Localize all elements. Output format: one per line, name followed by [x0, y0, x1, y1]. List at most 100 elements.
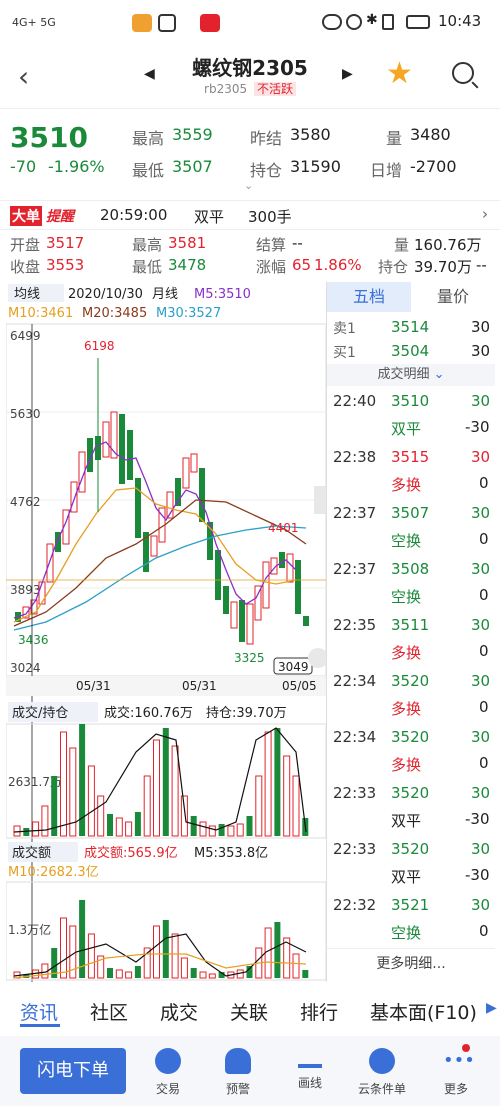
trade-qty: 30 [471, 560, 491, 578]
cloud-order-label: 云条件单 [357, 1082, 406, 1096]
bottom-nav-draw[interactable]: 画线 [278, 1048, 342, 1091]
volume-bar [292, 775, 300, 837]
signal-indicator: 4G+ 5G [12, 16, 56, 29]
trade-oi-change: -30 [465, 418, 490, 436]
trade-detail-header[interactable]: 成交明细 ⌄ [327, 364, 495, 386]
candle [199, 468, 205, 522]
volume-value: 3480 [410, 125, 451, 144]
y-tick-4: 3893 [10, 583, 41, 597]
trade-type: 空换 [391, 924, 422, 942]
volume-bar [283, 755, 291, 837]
app-icon [132, 14, 152, 32]
tab-fundamentals[interactable]: 基本面(F10) [370, 998, 477, 1025]
bottom-nav-alert[interactable]: 预警 [206, 1048, 270, 1097]
ma10-value: M10:3461 [8, 306, 73, 321]
candle [303, 616, 309, 626]
volume-bar [134, 812, 141, 836]
kline-chart-area[interactable]: 均线 2020/10/30 月线 M5:3510 M10:3461 M20:34… [5, 282, 328, 982]
active-tab-indicator [20, 1024, 60, 1027]
tab-trades[interactable]: 成交 [160, 998, 198, 1025]
volume-bar [171, 745, 179, 837]
amt-selector[interactable]: 成交额 [12, 845, 51, 861]
trade-price: 3520 [391, 728, 430, 746]
trade-oi-change: -30 [465, 866, 490, 884]
volume-bar [41, 805, 49, 837]
volume-bar [107, 814, 113, 836]
ma20-value: M20:3485 [82, 306, 147, 321]
amt-m10-value: M10:2682.3亿 [8, 865, 99, 880]
candle [38, 581, 46, 605]
candle [150, 535, 158, 557]
amount-bar [292, 953, 300, 979]
daily-add-label: 日增 [370, 161, 403, 180]
y-tick-2: 5630 [10, 407, 41, 421]
current-price-mark: 3049 [278, 660, 309, 674]
x-label-1: 05/31 [76, 679, 111, 693]
buy1-label: 买1 [333, 345, 356, 361]
trade-type: 多换 [391, 700, 422, 718]
next-contract-icon[interactable]: ▶ [342, 66, 353, 82]
trade-price: 3511 [391, 616, 430, 634]
amt-m5-value: M5:353.8亿 [194, 846, 268, 861]
more-details-link[interactable]: 更多明细... [327, 948, 495, 978]
info-tabs: 资讯 社区 成交 关联 排行 基本面(F10) ▶ [0, 988, 500, 1034]
tab-related[interactable]: 关联 [230, 998, 268, 1025]
last-price: 3510 [10, 121, 88, 154]
draw-label: 画线 [297, 1076, 322, 1090]
tab-community[interactable]: 社区 [90, 998, 128, 1025]
candle [223, 586, 229, 614]
candle [246, 603, 254, 645]
trade-row: 22:34 3520 30 多换 0 [327, 726, 495, 782]
bottom-bar: 闪电下单 交易 预警 画线 云条件单 ••• 更多 [0, 1036, 500, 1106]
kline-svg[interactable]: 均线 2020/10/30 月线 M5:3510 M10:3461 M20:34… [5, 282, 328, 982]
close-label: 收盘 [10, 258, 41, 276]
favorite-star-icon[interactable]: ★ [386, 56, 413, 91]
search-icon[interactable] [452, 62, 474, 84]
trade-qty: 30 [471, 504, 491, 522]
tab-volume-price[interactable]: 量价 [411, 282, 495, 312]
bottom-nav-cloud-order[interactable]: 云条件单 [350, 1048, 414, 1097]
expand-panel-handle[interactable] [314, 486, 326, 514]
bottom-nav-more[interactable]: ••• 更多 [424, 1048, 488, 1097]
expand-chevron-icon[interactable]: ⌄ [244, 179, 253, 192]
bottom-nav-trade[interactable]: 交易 [136, 1048, 200, 1097]
status-bar: 4G+ 5G ✱ 10:43 [0, 0, 500, 56]
amt-y-tick: 1.3万亿 [8, 922, 51, 937]
day-stats: 开盘 3517 最高 3581 结算 -- 量 160.76万 收盘 3553 … [0, 230, 500, 278]
day-oi-value: 39.70万 [414, 258, 472, 276]
vol-selector[interactable]: 成交/持仓 [12, 705, 68, 721]
tab-news[interactable]: 资讯 [20, 998, 58, 1025]
ma-selector[interactable]: 均线 [14, 287, 40, 302]
candle [262, 561, 270, 609]
volume-bar [32, 821, 40, 837]
open-value: 3517 [46, 234, 85, 252]
amount-bar [162, 920, 169, 978]
big-order-alert[interactable]: 大单 提醒 20:59:00 双平 300手 › [0, 200, 500, 230]
tab-ranking[interactable]: 排行 [300, 998, 338, 1025]
battery-icon [406, 15, 430, 29]
trade-oi-change: -30 [465, 810, 490, 828]
trade-qty: 30 [471, 672, 491, 690]
vol-value: 成交:160.76万 [104, 705, 193, 721]
high-value: 3559 [172, 125, 213, 144]
tab-five-levels[interactable]: 五档 [327, 282, 411, 312]
quick-order-button[interactable]: 闪电下单 [20, 1048, 126, 1094]
bluetooth-icon: ✱ [366, 12, 378, 28]
subtitle: rb2305 不活跃 [0, 80, 500, 97]
trade-type: 空换 [391, 532, 422, 550]
sell1-label: 卖1 [333, 321, 356, 337]
trade-price: 3508 [391, 560, 430, 578]
trade-price: 3515 [391, 448, 430, 466]
buy1-price: 3504 [391, 342, 430, 360]
tabs-more-icon[interactable]: ▶ [486, 1000, 497, 1016]
trade-time: 22:37 [333, 504, 377, 522]
amount-bar [190, 968, 197, 978]
amount-bar [107, 968, 113, 978]
daily-add-value: -2700 [410, 157, 457, 176]
volume-bar [115, 817, 123, 837]
volume-bar [218, 824, 225, 836]
day-oi-label: 持仓 [378, 258, 409, 276]
candle [190, 453, 198, 473]
trade-qty: 30 [471, 840, 491, 858]
settle-value: -- [292, 234, 303, 252]
